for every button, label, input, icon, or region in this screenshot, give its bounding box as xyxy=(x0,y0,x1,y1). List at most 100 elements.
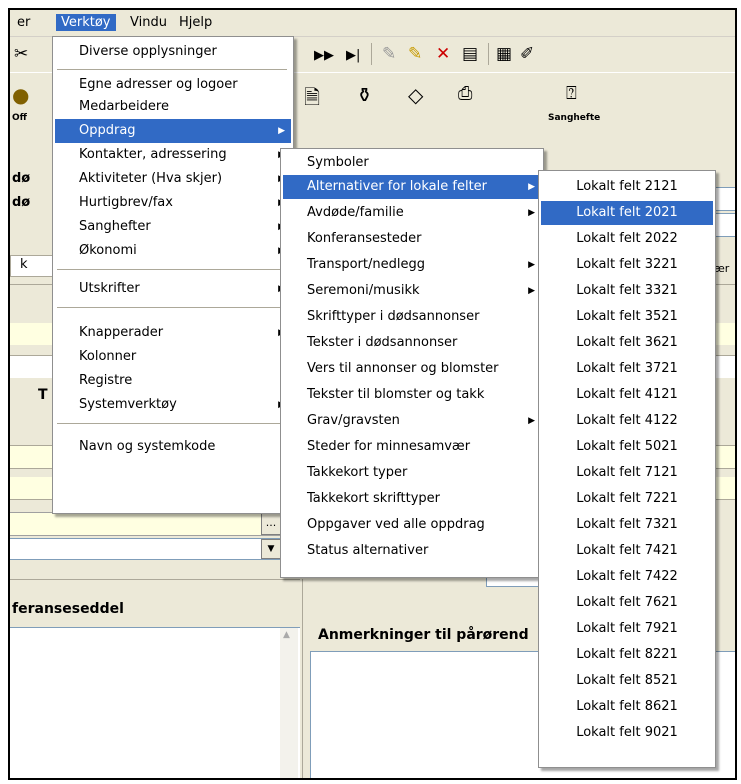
menu-item-label: Status alternativer xyxy=(307,543,429,558)
print-icon[interactable]: ⎙ xyxy=(458,83,472,104)
document-icon[interactable]: 🗎 xyxy=(304,83,320,117)
menu-item-label: Oppgaver ved alle oppdrag xyxy=(307,517,485,532)
menu-item-oppgaver[interactable]: Oppgaver ved alle oppdrag xyxy=(283,513,541,537)
menu-item-lokalt-felt[interactable]: Lokalt felt 9021 xyxy=(541,721,713,745)
dropdown-arrow-button[interactable]: ▼ xyxy=(261,539,281,559)
menu-item-lokalt-felt[interactable]: Lokalt felt 8621 xyxy=(541,695,713,719)
menu-item-symboler[interactable]: Symboler xyxy=(283,151,541,175)
office-icon[interactable]: ● xyxy=(12,83,29,107)
menu-item-okonomi[interactable]: Økonomi▶ xyxy=(55,239,291,263)
copy-icon[interactable]: ▤ xyxy=(462,45,478,63)
menu-item-lokalt-felt[interactable]: Lokalt felt 3621 xyxy=(541,331,713,355)
edit-disabled-icon[interactable]: ✎ xyxy=(382,45,396,63)
menu-item-label: Lokalt felt 8621 xyxy=(576,699,678,714)
ellipsis-button[interactable]: ... xyxy=(261,513,281,535)
menu-item-label: Økonomi xyxy=(79,243,137,258)
menu-item-lokalt-felt[interactable]: Lokalt felt 7421 xyxy=(541,539,713,563)
menu-item-takkekort-skrifttyper[interactable]: Takkekort skrifttyper xyxy=(283,487,541,511)
menu-item-kolonner[interactable]: Kolonner xyxy=(55,345,291,369)
menu-item-lokalt-felt-selected[interactable]: Lokalt felt 2021 xyxy=(541,201,713,225)
menu-item-tekster-blomster[interactable]: Tekster til blomster og takk xyxy=(283,383,541,407)
menu-item-egne-adresser[interactable]: Egne adresser og logoer xyxy=(55,73,291,97)
menu-verktoy[interactable]: Verktøy xyxy=(56,14,116,31)
field-value: ær xyxy=(714,262,730,275)
menu-item-diverse-opplysninger[interactable]: Diverse opplysninger xyxy=(55,40,291,64)
menu-vindu[interactable]: Vindu xyxy=(125,14,172,31)
scroll-up-icon[interactable]: ▲ xyxy=(283,630,290,640)
menu-item-lokalt-felt[interactable]: Lokalt felt 8221 xyxy=(541,643,713,667)
menu-item-label: Takkekort typer xyxy=(307,465,408,480)
tools-icon[interactable]: ✐ xyxy=(520,45,534,63)
menu-partial-er[interactable]: er xyxy=(12,14,35,31)
menu-item-takkekort-typer[interactable]: Takkekort typer xyxy=(283,461,541,485)
menu-item-lokalt-felt[interactable]: Lokalt felt 8521 xyxy=(541,669,713,693)
menu-item-tekster-dodsannonser[interactable]: Tekster i dødsannonser xyxy=(283,331,541,355)
menu-item-lokalt-felt[interactable]: Lokalt felt 4122 xyxy=(541,409,713,433)
pot-icon[interactable]: ⚱ xyxy=(356,83,373,107)
lookup-field[interactable] xyxy=(10,512,283,536)
menu-item-utskrifter[interactable]: Utskrifter▶ xyxy=(55,277,291,301)
menu-item-seremoni-musikk[interactable]: Seremoni/musikk ▶ xyxy=(283,279,541,303)
menu-item-avdode-familie[interactable]: Avdøde/familie ▶ xyxy=(283,201,541,225)
menu-item-aktiviteter[interactable]: Aktiviteter (Hva skjer)▶ xyxy=(55,167,291,191)
songbook-icon[interactable]: ⍰ xyxy=(566,83,577,104)
menu-item-vers[interactable]: Vers til annonser og blomster xyxy=(283,357,541,381)
submenu-arrow-icon: ▶ xyxy=(528,182,535,192)
menu-item-navn-og-systemkode[interactable]: Navn og systemkode xyxy=(55,435,291,459)
menu-item-lokalt-felt[interactable]: Lokalt felt 3521 xyxy=(541,305,713,329)
last-record-icon[interactable]: ▶| xyxy=(346,47,360,65)
menu-item-alternativer-lokale-felter[interactable]: Alternativer for lokale felter ▶ xyxy=(283,175,541,199)
konferanse-textarea[interactable] xyxy=(10,627,300,778)
menubar: er Verktøy Vindu Hjelp xyxy=(10,10,735,37)
menu-item-lokalt-felt[interactable]: Lokalt felt 7621 xyxy=(541,591,713,615)
menu-item-medarbeidere[interactable]: Medarbeidere xyxy=(55,95,291,119)
field-label: dø xyxy=(12,195,31,210)
cut-icon[interactable]: ✂ xyxy=(14,45,28,63)
menu-item-systemverktoy[interactable]: Systemverktøy▶ xyxy=(55,393,291,417)
menu-item-lokalt-felt[interactable]: Lokalt felt 4121 xyxy=(541,383,713,407)
calculator-icon[interactable]: ▦ xyxy=(496,45,512,63)
menu-item-steder-minnesamvaer[interactable]: Steder for minnesamvær xyxy=(283,435,541,459)
menu-item-konferansesteder[interactable]: Konferansesteder xyxy=(283,227,541,251)
menu-item-label: Skrifttyper i dødsannonser xyxy=(307,309,480,324)
menu-item-grav-gravsten[interactable]: Grav/gravsten ▶ xyxy=(283,409,541,433)
menu-item-lokalt-felt[interactable]: Lokalt felt 3721 xyxy=(541,357,713,381)
menu-item-sanghefter[interactable]: Sanghefter▶ xyxy=(55,215,291,239)
dropdown-field[interactable] xyxy=(10,538,283,560)
menu-item-label: Kolonner xyxy=(79,349,137,364)
menu-item-skrifttyper[interactable]: Skrifttyper i dødsannonser xyxy=(283,305,541,329)
menu-item-lokalt-felt[interactable]: Lokalt felt 7121 xyxy=(541,461,713,485)
menu-item-label: Lokalt felt 3721 xyxy=(576,361,678,376)
section-title-konferanseseddel: feranseseddel xyxy=(12,601,124,617)
submenu-arrow-icon: ▶ xyxy=(528,416,535,426)
menu-item-registre[interactable]: Registre xyxy=(55,369,291,393)
menu-item-lokalt-felt[interactable]: Lokalt felt 7921 xyxy=(541,617,713,641)
menu-item-lokalt-felt[interactable]: Lokalt felt 5021 xyxy=(541,435,713,459)
menu-item-lokalt-felt[interactable]: Lokalt felt 2121 xyxy=(541,175,713,199)
menu-item-label: Lokalt felt 4122 xyxy=(576,413,678,428)
field-label: T xyxy=(38,387,48,403)
scrollbar[interactable] xyxy=(280,628,298,778)
menu-item-lokalt-felt[interactable]: Lokalt felt 3221 xyxy=(541,253,713,277)
menu-item-knapperader[interactable]: Knapperader▶ xyxy=(55,321,291,345)
menu-item-transport-nedlegg[interactable]: Transport/nedlegg ▶ xyxy=(283,253,541,277)
fast-forward-icon[interactable]: ▶▶ xyxy=(314,47,334,65)
menu-item-lokalt-felt[interactable]: Lokalt felt 7221 xyxy=(541,487,713,511)
new-record-icon[interactable]: ✎ xyxy=(408,45,422,63)
menu-separator xyxy=(57,423,287,424)
menu-item-hurtigbrev[interactable]: Hurtigbrev/fax▶ xyxy=(55,191,291,215)
menu-item-lokalt-felt[interactable]: Lokalt felt 7321 xyxy=(541,513,713,537)
menu-item-status-alternativer[interactable]: Status alternativer xyxy=(283,539,541,563)
menu-item-lokalt-felt[interactable]: Lokalt felt 2022 xyxy=(541,227,713,251)
delete-icon[interactable]: ✕ xyxy=(436,45,450,63)
toolbar-divider xyxy=(488,43,489,65)
menu-item-label: Medarbeidere xyxy=(79,99,169,114)
menu-item-kontakter[interactable]: Kontakter, adressering▶ xyxy=(55,143,291,167)
menu-hjelp[interactable]: Hjelp xyxy=(174,14,217,31)
menu-item-label: Lokalt felt 3621 xyxy=(576,335,678,350)
eraser-icon[interactable]: ◇ xyxy=(408,83,423,107)
menu-item-lokalt-felt[interactable]: Lokalt felt 7422 xyxy=(541,565,713,589)
menu-item-label: Steder for minnesamvær xyxy=(307,439,471,454)
menu-item-oppdrag[interactable]: Oppdrag ▶ xyxy=(55,119,291,143)
menu-item-lokalt-felt[interactable]: Lokalt felt 3321 xyxy=(541,279,713,303)
